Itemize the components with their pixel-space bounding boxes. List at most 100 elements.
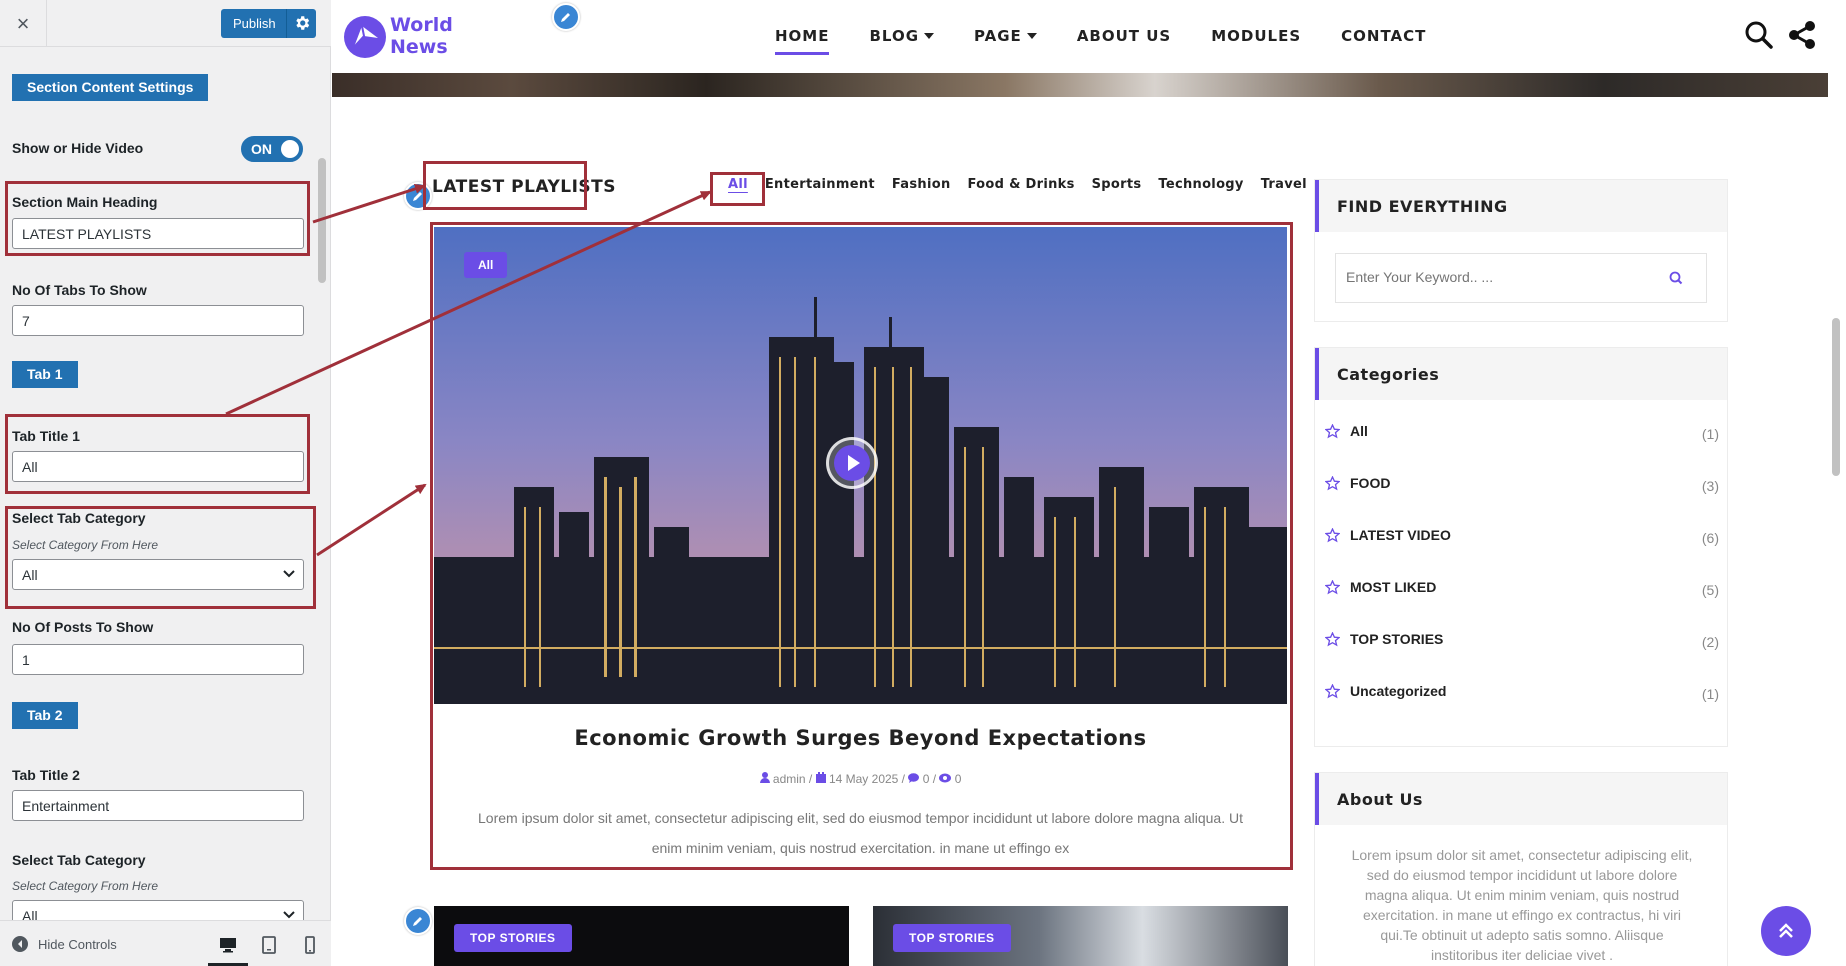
category-name: TOP STORIES (1350, 631, 1444, 647)
tab-2-category-select[interactable]: All (12, 900, 304, 920)
publish-button[interactable]: Publish (221, 9, 316, 38)
category-count: (1) (1701, 426, 1719, 442)
site-preview: World News HOME BLOG PAGE ABOUT US MODUL… (332, 0, 1846, 966)
category-item[interactable]: LATEST VIDEO (6) (1325, 509, 1719, 561)
nav-blog[interactable]: BLOG (869, 27, 935, 45)
main-nav: HOME BLOG PAGE ABOUT US MODULES CONTACT (775, 27, 1466, 55)
collapse-icon (12, 936, 28, 952)
tabs-count-input[interactable]: 7 (12, 305, 304, 336)
nav-label: BLOG (869, 27, 920, 45)
site-header: World News HOME BLOG PAGE ABOUT US MODUL… (332, 0, 1846, 73)
sidebar-search (1335, 253, 1707, 303)
post-thumbnail[interactable]: TOP STORIES (873, 906, 1288, 966)
about-text: Lorem ipsum dolor sit amet, consectetur … (1351, 847, 1693, 963)
highlight-tab-category (5, 506, 316, 609)
nav-contact[interactable]: CONTACT (1341, 27, 1426, 45)
star-icon (1325, 423, 1340, 439)
category-item[interactable]: TOP STORIES (2) (1325, 613, 1719, 665)
nav-about-us[interactable]: ABOUT US (1077, 27, 1171, 45)
highlight-all-tab (710, 172, 765, 206)
highlight-featured-card (430, 222, 1293, 870)
show-video-toggle[interactable]: ON (241, 136, 303, 162)
tab-2-category-value: All (22, 908, 38, 920)
toggle-knob (281, 140, 299, 158)
widget-title: About Us (1315, 773, 1727, 825)
tab-travel[interactable]: Travel (1261, 177, 1307, 192)
edit-shortcut-icon[interactable] (552, 3, 580, 31)
category-item[interactable]: All (1) (1325, 405, 1719, 457)
tab-fashion[interactable]: Fashion (892, 177, 951, 192)
widget-title: FIND EVERYTHING (1315, 180, 1727, 232)
category-count: (5) (1701, 582, 1719, 598)
posts-count-label: No Of Posts To Show (12, 619, 154, 635)
category-name: Uncategorized (1350, 683, 1447, 699)
logo-text[interactable]: World News (390, 14, 453, 58)
category-count: (6) (1701, 530, 1719, 546)
hide-controls-button[interactable]: Hide Controls (12, 936, 117, 952)
highlight-section-title (423, 161, 587, 210)
panel-scrollbar[interactable] (318, 158, 326, 283)
post-category-badge[interactable]: TOP STORIES (454, 924, 572, 952)
nav-home[interactable]: HOME (775, 27, 830, 55)
preview-scrollbar[interactable] (1832, 318, 1840, 476)
post-category-badge[interactable]: TOP STORIES (893, 924, 1011, 952)
publish-separator (286, 9, 287, 38)
posts-count-input[interactable]: 1 (12, 644, 304, 675)
logo-line-2: News (390, 36, 448, 58)
hero-image-strip (332, 73, 1828, 97)
tab-2-category-label: Select Tab Category (12, 852, 146, 868)
nav-label: ABOUT US (1076, 27, 1172, 45)
star-icon (1325, 579, 1340, 595)
tab-food-drinks[interactable]: Food & Drinks (968, 177, 1075, 192)
toggle-state: ON (251, 141, 272, 157)
star-icon (1325, 631, 1340, 647)
category-item[interactable]: Uncategorized (1) (1325, 665, 1719, 717)
logo-icon[interactable] (342, 14, 388, 60)
customizer-footer: Hide Controls (0, 920, 331, 966)
tablet-preview-icon[interactable] (259, 935, 279, 955)
edit-shortcut-icon[interactable] (404, 907, 432, 935)
highlight-tab-title (5, 414, 310, 494)
section-content-settings-button[interactable]: Section Content Settings (12, 74, 209, 101)
tab-technology[interactable]: Technology (1158, 177, 1243, 192)
tab-sports[interactable]: Sports (1092, 177, 1142, 192)
scroll-to-top-button[interactable] (1761, 906, 1811, 956)
caret-down-icon (924, 33, 935, 39)
find-everything-widget: FIND EVERYTHING (1314, 179, 1728, 322)
category-item[interactable]: FOOD (3) (1325, 457, 1719, 509)
desktop-preview-icon[interactable] (218, 935, 238, 955)
gear-icon[interactable] (293, 14, 311, 32)
category-item[interactable]: MOST LIKED (5) (1325, 561, 1719, 613)
star-icon (1325, 475, 1340, 491)
nav-page[interactable]: PAGE (974, 27, 1037, 45)
show-hide-video-label: Show or Hide Video (12, 140, 144, 156)
category-name: FOOD (1350, 475, 1391, 491)
tab-title-2-input[interactable]: Entertainment (12, 790, 304, 821)
tab-2-category-desc: Select Category From Here (12, 879, 159, 893)
post-thumbnail[interactable]: TOP STORIES (434, 906, 849, 966)
widget-title: Categories (1315, 348, 1727, 400)
nav-label: HOME (775, 27, 830, 45)
tab-2-button[interactable]: Tab 2 (12, 702, 78, 729)
tab-1-button[interactable]: Tab 1 (12, 361, 78, 388)
hide-controls-label: Hide Controls (38, 936, 117, 952)
share-icon[interactable] (1787, 20, 1817, 50)
search-icon[interactable] (1744, 20, 1774, 50)
search-icon[interactable] (1669, 271, 1683, 285)
close-button[interactable]: × (0, 0, 47, 47)
logo-line-1: World (390, 14, 453, 36)
category-name: LATEST VIDEO (1350, 527, 1451, 543)
tabs-count-label: No Of Tabs To Show (12, 282, 147, 298)
category-name: All (1350, 423, 1368, 439)
highlight-main-heading (5, 181, 310, 256)
sidebar-search-input[interactable] (1346, 269, 1646, 285)
double-chevron-up-icon (1779, 923, 1793, 938)
tab-entertainment[interactable]: Entertainment (765, 177, 875, 192)
about-us-widget: About Us Lorem ipsum dolor sit amet, con… (1314, 772, 1728, 966)
nav-label: PAGE (974, 27, 1022, 45)
categories-widget: Categories All (1) FOOD (3) LATEST VIDEO… (1314, 347, 1728, 747)
category-name: MOST LIKED (1350, 579, 1437, 595)
nav-modules[interactable]: MODULES (1211, 27, 1301, 45)
category-count: (2) (1701, 634, 1719, 650)
mobile-preview-icon[interactable] (300, 935, 320, 955)
